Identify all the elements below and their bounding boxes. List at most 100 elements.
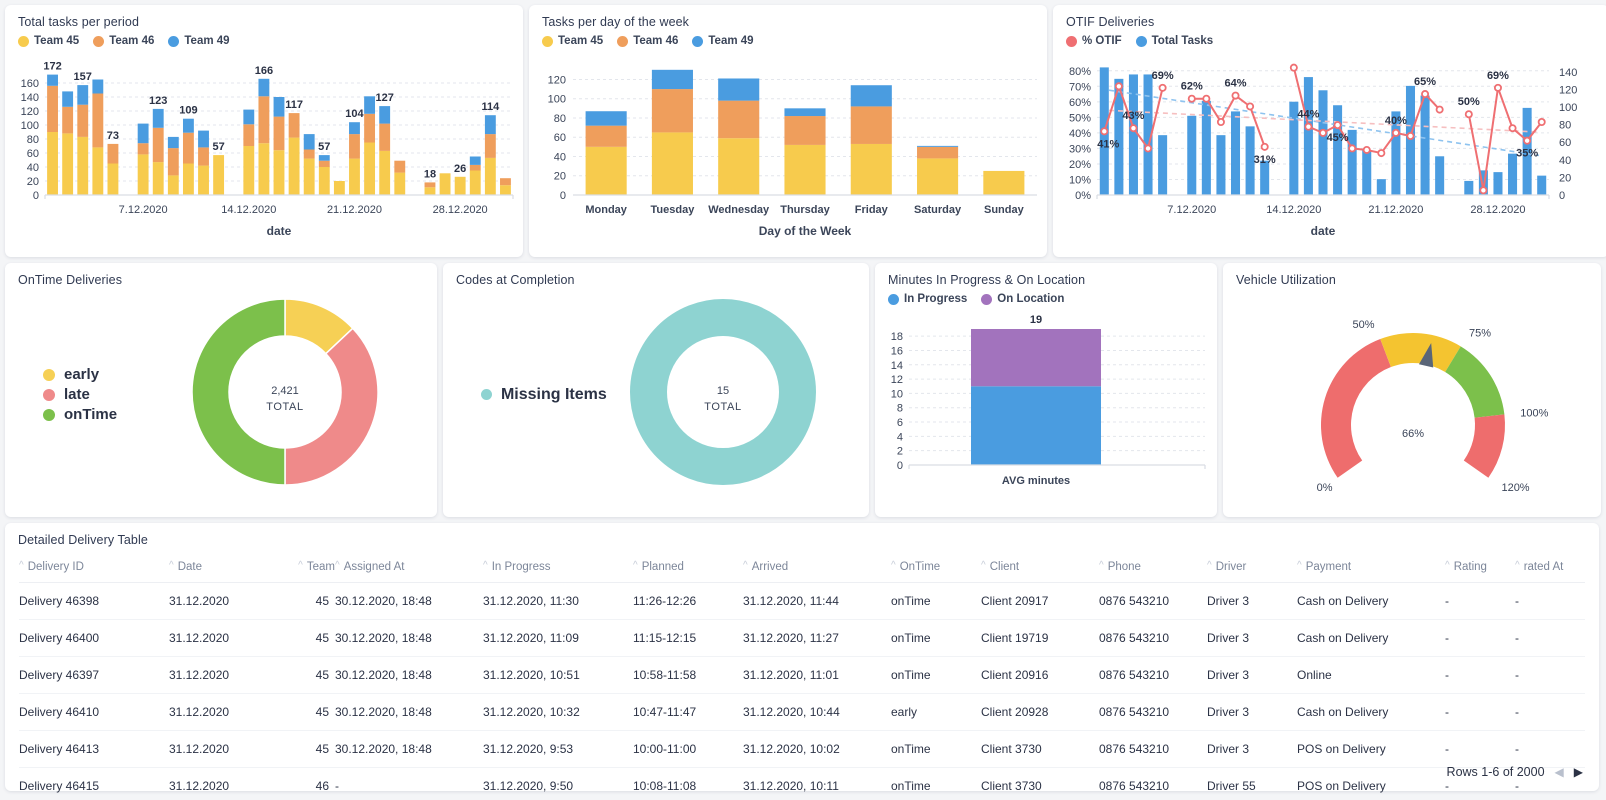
table-row[interactable]: Delivery 4639831.12.20204530.12.2020, 18… xyxy=(19,583,1585,620)
svg-text:157: 157 xyxy=(74,71,92,83)
codes-donut-wrap: Missing Items 15TOTAL xyxy=(443,287,869,502)
table-row[interactable]: Delivery 4641331.12.20204530.12.2020, 18… xyxy=(19,731,1585,768)
svg-text:Monday: Monday xyxy=(585,204,627,216)
table-header-arrived[interactable]: ^Arrived xyxy=(743,555,891,583)
table-row[interactable]: Delivery 4639731.12.20204530.12.2020, 18… xyxy=(19,657,1585,694)
table-header-driver[interactable]: ^Driver xyxy=(1207,555,1297,583)
table-header-client[interactable]: ^Client xyxy=(981,555,1099,583)
legend-label-team45: Team 45 xyxy=(34,35,79,47)
table-header-delivery_id[interactable]: ^Delivery ID xyxy=(19,555,169,583)
svg-text:20: 20 xyxy=(1559,172,1571,184)
legend-item-pct-otif[interactable]: % OTIF xyxy=(1066,35,1122,47)
svg-text:120: 120 xyxy=(548,74,566,86)
legend-dot-pct-otif xyxy=(1066,36,1077,47)
svg-text:Tuesday: Tuesday xyxy=(651,204,696,216)
legend-item-ontime[interactable]: onTime xyxy=(43,406,170,423)
table-row[interactable]: Delivery 4641531.12.202046-31.12.2020, 9… xyxy=(19,768,1585,800)
table-header-date[interactable]: ^Date xyxy=(169,555,287,583)
svg-text:14.12.2020: 14.12.2020 xyxy=(1266,204,1321,216)
svg-text:140: 140 xyxy=(1559,67,1577,79)
table-cell-assigned_at: - xyxy=(335,768,483,800)
legend-item-team49[interactable]: Team 49 xyxy=(168,35,229,47)
svg-text:35%: 35% xyxy=(1516,148,1538,160)
svg-text:6: 6 xyxy=(897,417,903,429)
table-header-label: Team xyxy=(307,561,335,573)
svg-text:2: 2 xyxy=(897,446,903,458)
table-header-rated_at[interactable]: ^rated At xyxy=(1515,555,1585,583)
table-cell-rating: - xyxy=(1445,583,1515,620)
sort-caret-icon: ^ xyxy=(1207,560,1212,571)
table-header-payment[interactable]: ^Payment xyxy=(1297,555,1445,583)
legend-item-missing-items[interactable]: Missing Items xyxy=(481,386,608,404)
pagination-next-button[interactable]: ▶ xyxy=(1574,765,1583,779)
chart-ontime-donut[interactable]: 2,421TOTAL xyxy=(170,287,400,502)
svg-text:114: 114 xyxy=(481,101,500,113)
table-header-team[interactable]: ^Team xyxy=(287,555,335,583)
sort-caret-icon: ^ xyxy=(169,560,174,571)
sort-caret-icon: ^ xyxy=(1297,560,1302,571)
chart-vehicle-utilization-gauge[interactable]: 0%50%75%100%120%66% xyxy=(1223,287,1601,509)
table-header-planned[interactable]: ^Planned xyxy=(633,555,743,583)
svg-text:60: 60 xyxy=(554,132,566,144)
table-cell-planned: 10:00-11:00 xyxy=(633,731,743,768)
svg-text:14.12.2020: 14.12.2020 xyxy=(221,204,276,216)
svg-text:20: 20 xyxy=(27,176,39,188)
legend-item-in-progress[interactable]: In Progress xyxy=(888,293,967,305)
svg-text:TOTAL: TOTAL xyxy=(704,401,741,413)
delivery-table-header-row: ^Delivery ID^Date^Team^Assigned At^In Pr… xyxy=(19,555,1585,583)
svg-text:123: 123 xyxy=(149,95,167,107)
svg-text:21.12.2020: 21.12.2020 xyxy=(1368,204,1423,216)
chart-tasks-per-weekday[interactable]: 020406080100120MondayTuesdayWednesdayThu… xyxy=(529,47,1047,242)
legend-item-team45[interactable]: Team 45 xyxy=(542,35,603,47)
chart-minutes-stacked-bar[interactable]: 02468101214161819AVG minutes xyxy=(875,305,1217,503)
legend-item-early[interactable]: early xyxy=(43,366,170,383)
svg-text:100%: 100% xyxy=(1520,407,1548,419)
svg-text:45%: 45% xyxy=(1327,132,1349,144)
table-cell-arrived: 31.12.2020, 10:44 xyxy=(743,694,891,731)
svg-text:40: 40 xyxy=(554,151,566,163)
table-pagination: Rows 1-6 of 2000 ◀ ▶ xyxy=(1447,765,1583,779)
chart-total-tasks-per-period[interactable]: 0204060801001201401601721577312310957166… xyxy=(5,47,523,242)
svg-text:172: 172 xyxy=(43,61,61,73)
legend-item-team46[interactable]: Team 46 xyxy=(617,35,678,47)
table-header-ontime[interactable]: ^OnTime xyxy=(891,555,981,583)
table-cell-client: Client 20917 xyxy=(981,583,1099,620)
svg-text:50%: 50% xyxy=(1069,112,1091,124)
legend-item-team49[interactable]: Team 49 xyxy=(692,35,753,47)
table-cell-arrived: 31.12.2020, 10:11 xyxy=(743,768,891,800)
table-header-phone[interactable]: ^Phone xyxy=(1099,555,1207,583)
pagination-prev-button[interactable]: ◀ xyxy=(1555,765,1564,779)
table-cell-phone: 0876 543210 xyxy=(1099,694,1207,731)
legend-item-on-location[interactable]: On Location xyxy=(981,293,1064,305)
table-header-in_progress[interactable]: ^In Progress xyxy=(483,555,633,583)
legend-dot-team49 xyxy=(692,36,703,47)
table-cell-assigned_at: 30.12.2020, 18:48 xyxy=(335,731,483,768)
svg-text:18: 18 xyxy=(424,168,436,180)
table-cell-phone: 0876 543210 xyxy=(1099,768,1207,800)
table-cell-driver: Driver 3 xyxy=(1207,620,1297,657)
legend-item-team45[interactable]: Team 45 xyxy=(18,35,79,47)
svg-text:80%: 80% xyxy=(1069,66,1091,78)
table-cell-rated_at: - xyxy=(1515,731,1585,768)
legend-dot-team45 xyxy=(18,36,29,47)
table-cell-driver: Driver 3 xyxy=(1207,694,1297,731)
chart-codes-donut[interactable]: 15TOTAL xyxy=(608,287,838,502)
legend-item-late[interactable]: late xyxy=(43,386,170,403)
table-header-rating[interactable]: ^Rating xyxy=(1445,555,1515,583)
legend-ontime: early late onTime xyxy=(5,363,170,426)
legend-dot-total-tasks xyxy=(1136,36,1147,47)
legend-item-team46[interactable]: Team 46 xyxy=(93,35,154,47)
table-cell-delivery_id: Delivery 46397 xyxy=(19,657,169,694)
legend-item-total-tasks[interactable]: Total Tasks xyxy=(1136,35,1214,47)
table-row[interactable]: Delivery 4641031.12.20204530.12.2020, 18… xyxy=(19,694,1585,731)
legend-label-on-location: On Location xyxy=(997,293,1064,305)
table-cell-planned: 11:26-12:26 xyxy=(633,583,743,620)
sort-caret-icon: ^ xyxy=(1099,560,1104,571)
legend-label-team46: Team 46 xyxy=(633,35,678,47)
chart-otif-deliveries[interactable]: 0%10%20%30%40%50%60%70%80%02040608010012… xyxy=(1053,47,1606,242)
card-otif-deliveries: OTIF Deliveries % OTIF Total Tasks 0%10%… xyxy=(1053,5,1606,257)
table-cell-client: Client 19719 xyxy=(981,620,1099,657)
table-header-assigned_at[interactable]: ^Assigned At xyxy=(335,555,483,583)
card-minutes-in-progress: Minutes In Progress & On Location In Pro… xyxy=(875,263,1217,517)
table-row[interactable]: Delivery 4640031.12.20204530.12.2020, 18… xyxy=(19,620,1585,657)
